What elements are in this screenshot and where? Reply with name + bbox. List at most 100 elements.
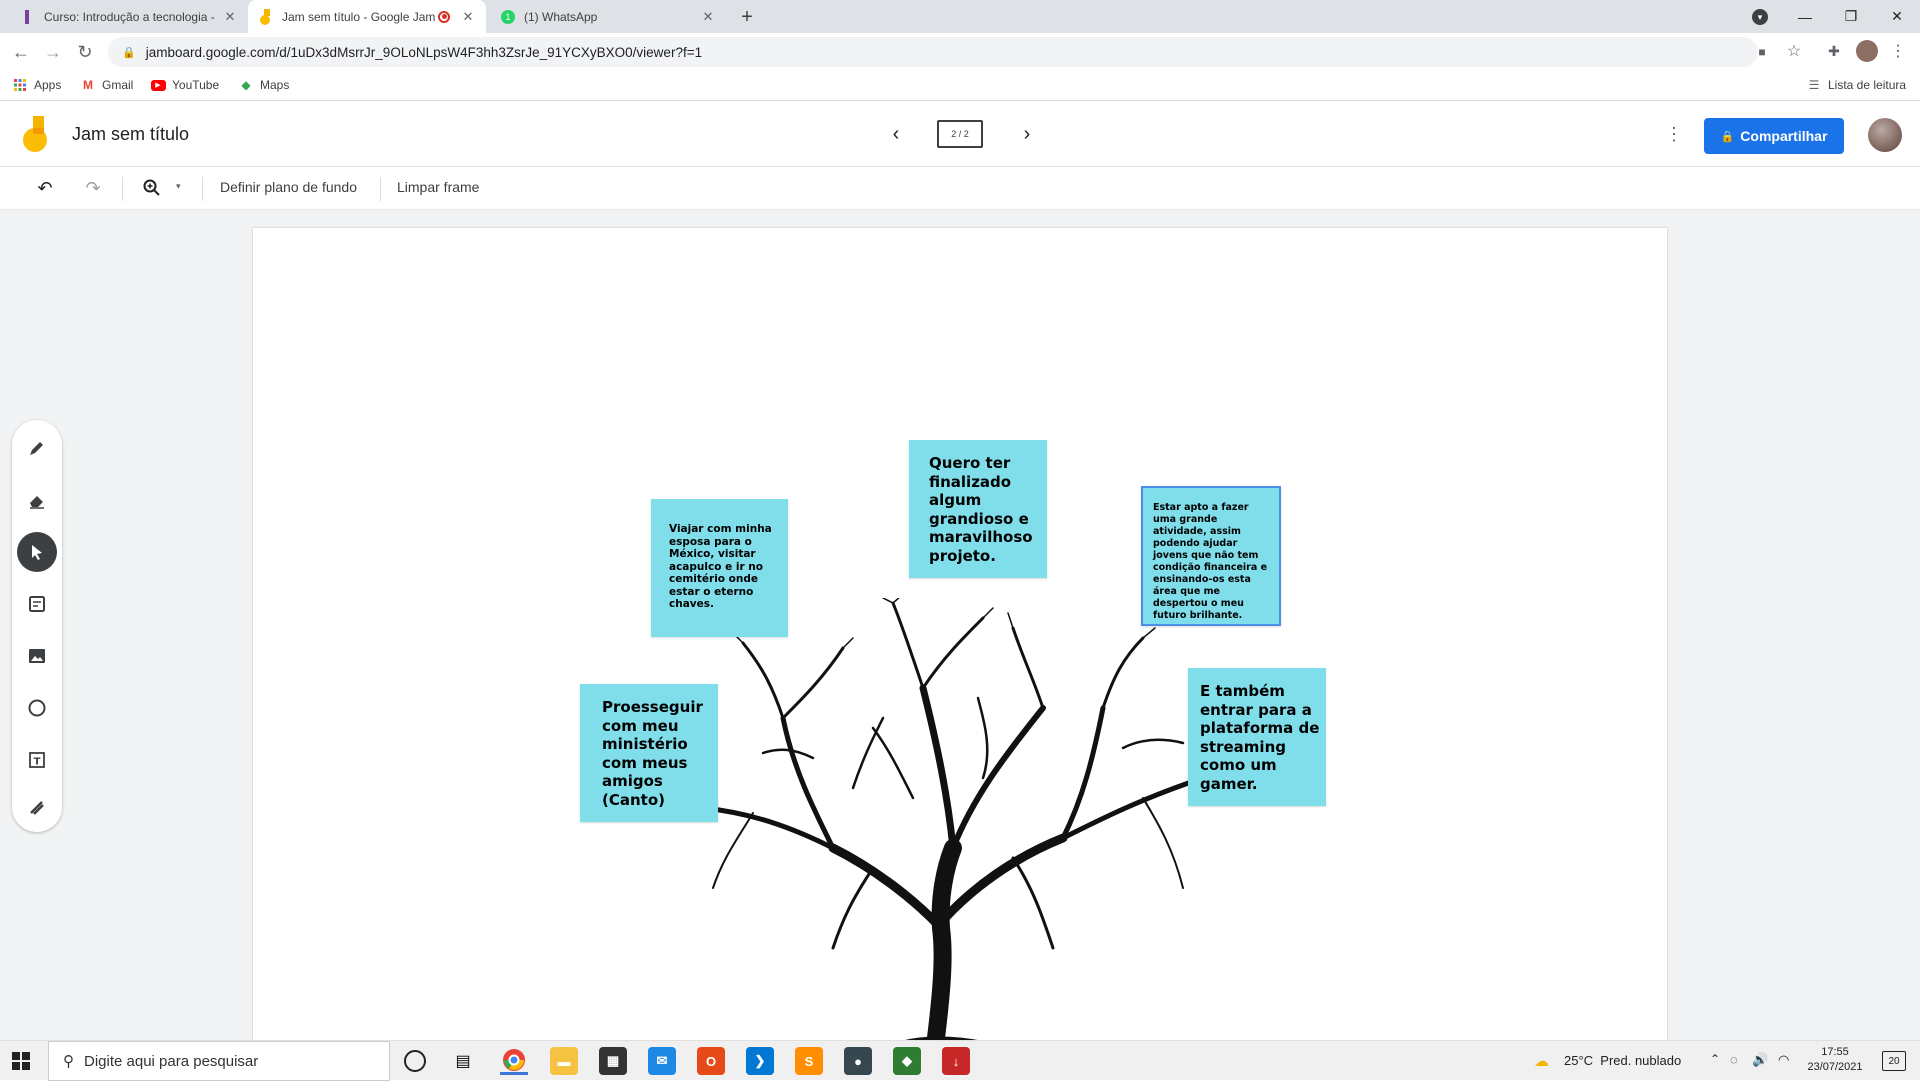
tab-search-icon[interactable]: ▾ [1752,9,1768,25]
bookmark-youtube[interactable]: ▶ YouTube [150,77,219,93]
browser-toolbar: ← → ↻ 🔒 jamboard.google.com/d/1uDx3dMsrr… [0,33,1920,71]
bookmark-gmail[interactable]: M Gmail [80,77,133,93]
camera-icon[interactable]: ■ [1753,43,1771,61]
task-view-icon[interactable]: ▤ [452,1050,474,1072]
tab-course[interactable]: Curso: Introdução a tecnologia - ✕ [10,0,248,33]
set-background-button[interactable]: Definir plano de fundo [220,179,357,195]
gmail-icon: M [83,78,93,92]
reading-list[interactable]: ☰ Lista de leitura [1806,77,1906,93]
weather-icon: ☁ [1534,1053,1549,1070]
profile-avatar[interactable] [1856,40,1878,62]
tab-title: (1) WhatsApp [524,9,598,24]
zoom-dropdown-icon[interactable]: ▾ [176,181,181,192]
new-tab-button[interactable]: + [736,6,758,28]
back-button[interactable]: ← [6,37,36,67]
pen-icon [30,442,43,455]
text-box-icon: T [29,752,45,768]
close-icon[interactable]: ✕ [460,9,476,25]
weather-text[interactable]: 25°C Pred. nublado [1564,1053,1681,1068]
frame-bar-button[interactable]: 2 / 2 [937,120,983,148]
file-explorer-icon[interactable]: ▬ [550,1047,578,1075]
sticky-note-tool[interactable] [17,584,57,624]
sticky-note[interactable]: Proesseguir com meu ministério com meus … [580,684,718,822]
wifi-icon[interactable]: ◠ [1778,1052,1789,1068]
share-button[interactable]: 🔒 Compartilhar [1704,118,1844,154]
windows-start-icon[interactable] [12,1052,30,1075]
divider [380,177,381,201]
more-options-icon[interactable]: ⋮ [1664,124,1684,144]
clear-frame-button[interactable]: Limpar frame [397,179,479,195]
apps-grid-icon [12,77,28,93]
close-icon[interactable]: ✕ [700,9,716,25]
sticky-note[interactable]: Quero ter finalizado algum grandioso e m… [909,440,1047,578]
tree-illustration[interactable] [683,598,1223,1048]
jam-canvas[interactable]: Viajar com minha esposa para o México, v… [253,228,1667,1048]
address-bar[interactable]: 🔒 jamboard.google.com/d/1uDx3dMsrrJr_9OL… [108,37,1758,67]
bookmark-label: Maps [260,78,290,92]
browser-menu-icon[interactable]: ⋮ [1890,41,1906,61]
close-window-button[interactable]: ✕ [1874,0,1920,33]
vscode-icon[interactable]: ❯ [746,1047,774,1075]
app-icon[interactable]: ◆ [893,1047,921,1075]
laser-tool[interactable] [17,788,57,828]
download-icon[interactable]: ↓ [942,1047,970,1075]
bookmarks-bar: Apps M Gmail ▶ YouTube ◆ Maps ☰ Lista de… [0,71,1920,101]
tool-rail: T [12,420,62,832]
bookmark-star-icon[interactable]: ☆ [1784,41,1804,61]
next-frame-button[interactable]: › [1015,122,1039,146]
lock-icon: 🔒 [122,46,136,59]
network-icon[interactable]: ◌ [1730,1052,1738,1067]
restore-button[interactable]: ❐ [1828,0,1874,33]
forward-button[interactable]: → [38,37,68,67]
frame-indicator: 2 / 2 [951,129,969,139]
app-icon[interactable]: ● [844,1047,872,1075]
reading-list-label: Lista de leitura [1828,78,1907,92]
eraser-tool[interactable] [17,480,57,520]
tab-jamboard[interactable]: Jam sem título - Google Jam ✕ [248,0,486,33]
whatsapp-favicon-icon: 1 [500,9,516,25]
select-tool[interactable] [17,532,57,572]
url-text: jamboard.google.com/d/1uDx3dMsrrJr_9OLoN… [145,44,703,60]
show-hidden-icons-icon[interactable]: ⌃ [1710,1052,1720,1066]
previous-frame-button[interactable]: ‹ [884,122,908,146]
taskbar-search[interactable]: ⚲ Digite aqui para pesquisar [48,1041,390,1081]
reading-list-icon: ☰ [1808,78,1820,92]
sticky-note[interactable]: E também entrar para a plataforma de str… [1188,668,1326,806]
notifications-icon[interactable]: 20 [1882,1051,1906,1071]
mail-icon[interactable]: ✉ [648,1047,676,1075]
minimize-button[interactable]: — [1782,0,1828,33]
undo-button[interactable]: ↶ [34,177,56,199]
divider [122,177,123,201]
sticky-note-text: Quero ter finalizado algum grandioso e m… [929,454,1033,565]
image-tool[interactable] [17,636,57,676]
bookmark-apps[interactable]: Apps [12,77,61,93]
extensions-icon[interactable]: ✚ [1824,41,1844,61]
sticky-note-text: Estar apto a fazer uma grande atividade,… [1153,502,1268,621]
cortana-icon[interactable] [404,1050,426,1072]
jamboard-toolbar: ↶ ↷ ▾ Definir plano de fundo Limpar fram… [0,167,1920,210]
jamboard-favicon-icon [258,8,274,25]
jam-title[interactable]: Jam sem título [72,124,189,145]
volume-icon[interactable]: 🔊 [1752,1052,1768,1068]
office-icon[interactable]: O [697,1047,725,1075]
sticky-note-selected[interactable]: Estar apto a fazer uma grande atividade,… [1141,486,1281,626]
clock[interactable]: 17:55 23/07/2021 [1802,1045,1868,1075]
circle-icon [28,699,46,717]
store-icon[interactable]: ▦ [599,1047,627,1075]
user-avatar[interactable] [1868,118,1902,152]
image-icon [29,649,45,663]
close-icon[interactable]: ✕ [222,9,238,25]
tab-whatsapp[interactable]: 1 (1) WhatsApp ✕ [490,0,726,33]
pen-tool[interactable] [17,428,57,468]
zoom-button[interactable] [140,177,164,199]
shape-tool[interactable] [17,688,57,728]
chrome-taskbar-icon[interactable] [500,1047,528,1075]
reload-button[interactable]: ↻ [70,37,100,67]
bookmark-label: YouTube [172,78,220,92]
text-box-tool[interactable]: T [17,740,57,780]
sticky-note[interactable]: Viajar com minha esposa para o México, v… [651,499,788,637]
sublime-icon[interactable]: S [795,1047,823,1075]
redo-button[interactable]: ↷ [82,177,104,199]
bookmark-maps[interactable]: ◆ Maps [238,77,289,93]
sticky-note-text: Proesseguir com meu ministério com meus … [602,698,703,809]
